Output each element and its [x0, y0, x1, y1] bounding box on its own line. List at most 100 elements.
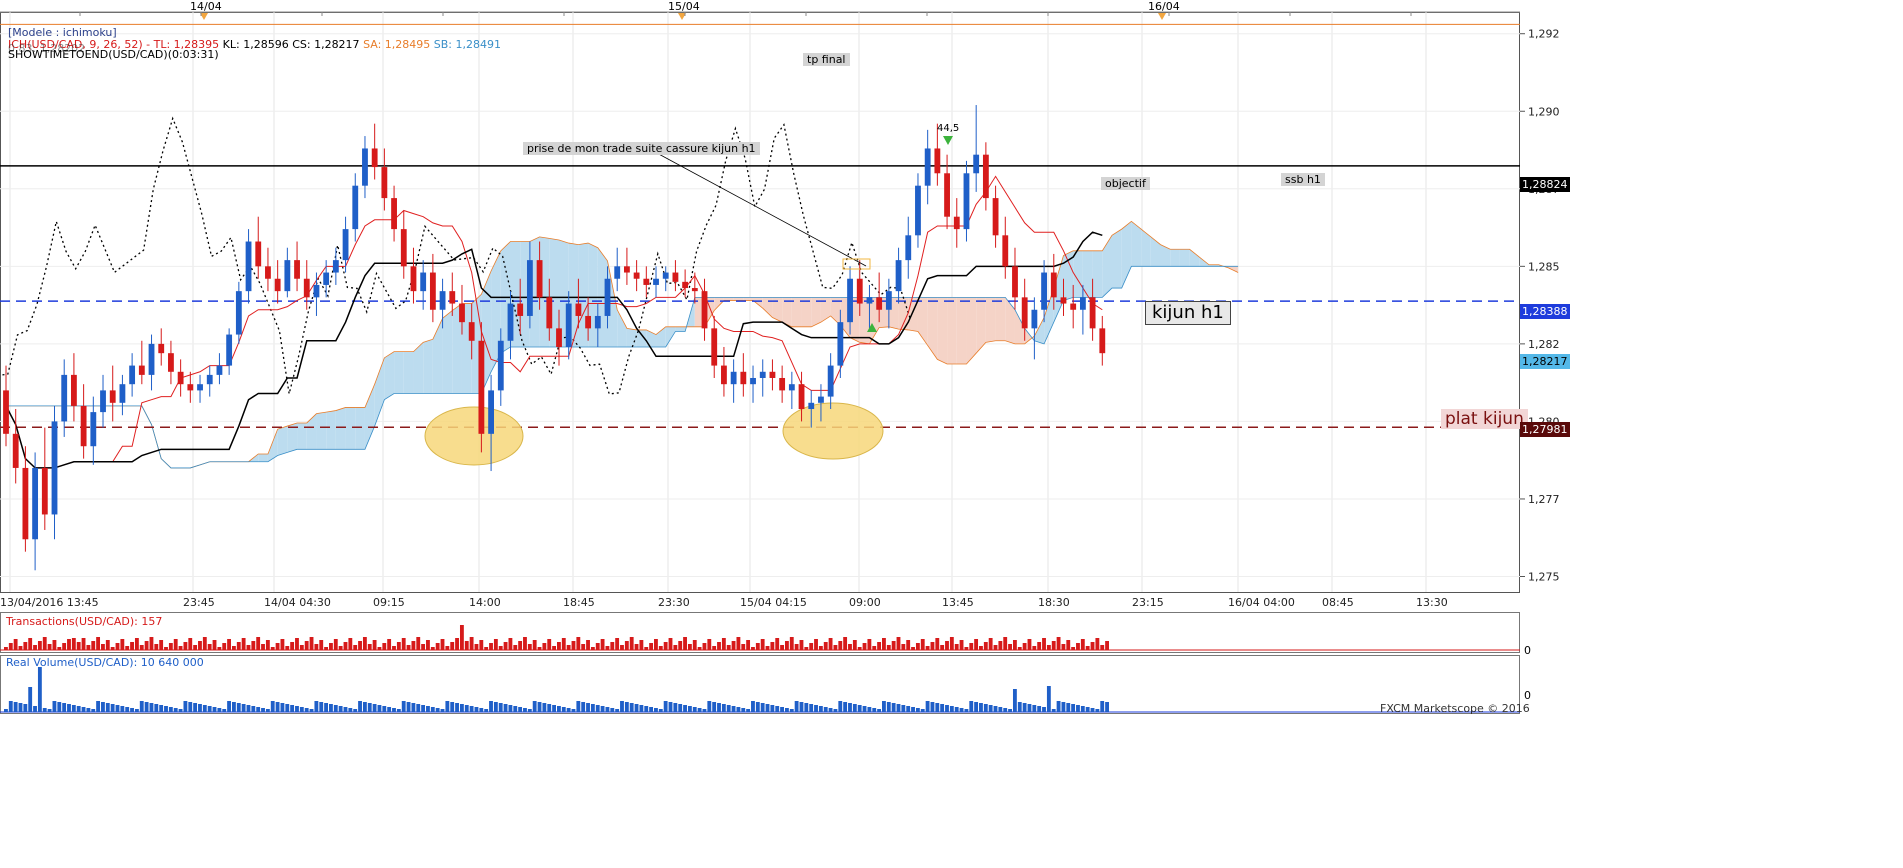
volume-bar: [450, 702, 455, 712]
transaction-bar: [256, 637, 261, 650]
cloud-bull-segment: [345, 407, 356, 450]
transaction-bar: [746, 640, 751, 650]
transaction-bar: [687, 644, 692, 650]
transaction-bar: [557, 642, 561, 650]
transaction-bar: [518, 641, 523, 650]
volume-bar: [901, 705, 906, 712]
transaction-bar: [833, 645, 838, 650]
top-date-label: 14/04: [190, 0, 222, 13]
transaction-bar: [382, 643, 387, 650]
ssb-h1-label: ssb h1: [1281, 173, 1325, 186]
y-tick-label: 1,2825: [1528, 338, 1560, 351]
transaction-bar: [867, 639, 872, 650]
transaction-bar: [1046, 645, 1051, 650]
volume-bar: [615, 709, 620, 712]
transaction-bar: [115, 643, 120, 650]
bull-candle: [905, 235, 912, 261]
bear-candle: [449, 291, 456, 304]
volume-bar: [265, 709, 270, 712]
transaction-bar: [775, 638, 780, 650]
volume-bar: [256, 707, 261, 712]
volume-bar: [134, 709, 139, 712]
volume-bar: [227, 701, 231, 712]
volume-bar: [231, 702, 236, 712]
transaction-bar: [173, 639, 178, 650]
volume-label: Real Volume(USD/CAD): 10 640 000: [6, 656, 204, 669]
transaction-bar: [794, 644, 799, 650]
x-tick-label: 09:00: [849, 596, 881, 609]
volume-bar: [426, 706, 430, 712]
bear-candle: [643, 278, 650, 285]
bull-candle: [808, 402, 815, 410]
volume-bar: [86, 708, 91, 712]
volume-bar: [314, 701, 319, 712]
transaction-bar: [751, 647, 755, 650]
transaction-bar: [57, 647, 62, 650]
volume-bar: [367, 703, 372, 712]
volume-bar: [304, 708, 309, 712]
transaction-bar: [615, 638, 620, 650]
volume-bar: [430, 707, 435, 712]
cloud-bull-segment: [1112, 229, 1122, 289]
transaction-bar: [799, 640, 804, 650]
volume-bar: [775, 706, 780, 712]
bear-candle: [22, 467, 29, 540]
volume-bar: [954, 707, 959, 712]
transaction-bar: [649, 643, 654, 650]
transaction-bar: [212, 640, 217, 650]
transaction-bar: [484, 647, 489, 650]
transaction-bar: [1071, 647, 1076, 650]
transaction-bar: [406, 645, 411, 650]
y-tick-label: 1,2775: [1528, 493, 1560, 506]
bull-candle: [323, 272, 330, 285]
transaction-bar: [411, 641, 416, 650]
bear-candle: [1012, 266, 1018, 298]
volume-bar: [493, 702, 498, 712]
transaction-bar: [86, 645, 91, 650]
transaction-bar: [789, 637, 794, 650]
bear-candle: [255, 241, 262, 267]
volume-bar: [828, 708, 833, 712]
bull-candle: [788, 384, 795, 391]
bull-candle: [245, 241, 252, 292]
volume-bar: [930, 702, 935, 712]
bull-candle: [866, 297, 873, 304]
transaction-bar: [911, 647, 915, 650]
bear-candle: [701, 291, 708, 329]
bear-candle: [546, 297, 553, 329]
transaction-bar: [872, 646, 877, 650]
transaction-bar: [620, 645, 624, 650]
volume-bar: [222, 709, 227, 712]
cloud-bull-segment: [1092, 250, 1103, 298]
transaction-bar: [489, 643, 493, 650]
bear-candle: [71, 374, 77, 406]
bear-candle: [934, 148, 941, 174]
transaction-bar: [969, 643, 974, 650]
volume-bar: [47, 709, 52, 712]
volume-bar: [469, 706, 474, 712]
bear-candle: [400, 229, 407, 267]
transaction-bar: [571, 641, 576, 650]
volume-bar: [33, 706, 37, 712]
cloud-bear-segment: [956, 297, 967, 365]
transaction-bar: [1017, 647, 1022, 650]
bear-candle: [536, 260, 543, 298]
bear-candle: [1070, 303, 1077, 310]
volume-bar: [333, 705, 338, 712]
bear-candle: [944, 173, 950, 217]
volume-bar: [178, 709, 183, 712]
bear-candle: [1060, 297, 1067, 304]
x-tick-label: 23:30: [658, 596, 690, 609]
transaction-bar: [265, 640, 270, 650]
volume-bar: [838, 701, 843, 712]
transaction-bar: [503, 642, 508, 650]
cloud-bull-segment: [1102, 235, 1112, 298]
bull-candle: [129, 365, 136, 385]
transaction-bar: [207, 644, 212, 650]
bear-candle: [585, 315, 592, 329]
transaction-bar: [47, 644, 52, 650]
transaction-bar: [828, 638, 833, 650]
volume-bar: [935, 703, 940, 712]
volume-bar: [1061, 702, 1066, 712]
transaction-bar: [498, 646, 503, 650]
